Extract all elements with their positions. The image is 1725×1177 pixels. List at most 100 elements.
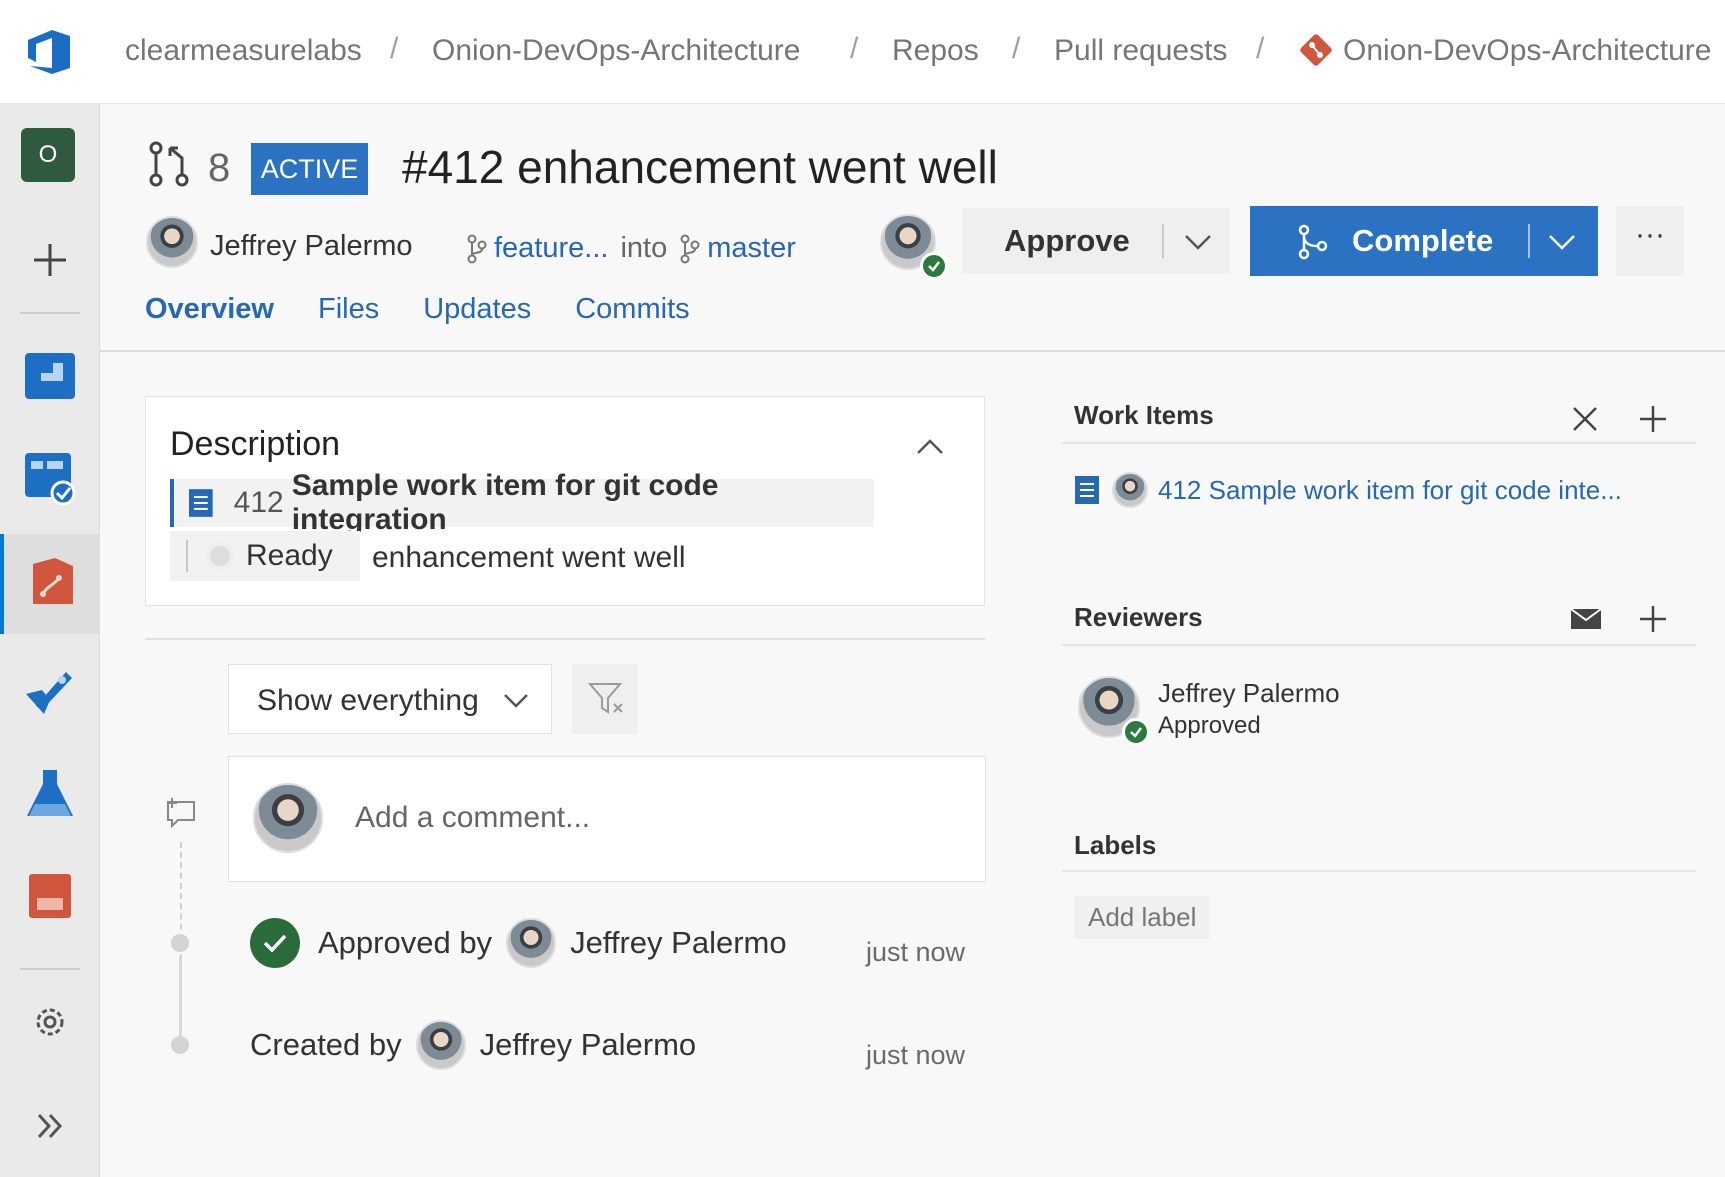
target-branch-link[interactable]: master <box>707 232 796 265</box>
nav-settings[interactable] <box>0 972 100 1072</box>
chevron-down-icon <box>504 694 528 708</box>
breadcrumb-repos[interactable]: Repos <box>892 34 979 68</box>
expand-icon <box>37 1113 63 1139</box>
approved-check-icon <box>1122 718 1150 746</box>
chevron-up-icon[interactable] <box>914 435 946 459</box>
work-item-title: Sample work item for git code integratio… <box>291 469 719 536</box>
azure-devops-logo-icon[interactable] <box>22 26 76 78</box>
header-divider <box>100 350 1725 352</box>
filter-selected-value: Show everything <box>257 684 479 717</box>
merge-icon <box>1298 224 1328 260</box>
button-divider <box>1528 224 1530 258</box>
author-name[interactable]: Jeffrey Palermo <box>210 230 413 263</box>
org-avatar[interactable]: O <box>21 128 75 182</box>
author-avatar[interactable] <box>146 216 198 268</box>
section-divider <box>1062 442 1696 444</box>
comment-input[interactable] <box>355 801 955 835</box>
timeline-connector <box>179 956 182 1036</box>
branch-info: feature... into master <box>466 232 796 265</box>
breadcrumb-org[interactable]: clearmeasurelabs <box>125 34 362 68</box>
user-avatar[interactable] <box>506 918 557 968</box>
complete-button[interactable]: Complete <box>1250 206 1598 276</box>
status-badge: ACTIVE <box>251 143 368 195</box>
activity-created: Created by Jeffrey Palermo <box>250 1020 696 1070</box>
activity-prefix: Created by <box>250 1027 402 1062</box>
nav-overview[interactable] <box>0 326 100 426</box>
activity-timestamp: just now <box>866 1040 966 1070</box>
approve-label: Approve <box>1004 223 1130 258</box>
clear-filter-button[interactable] <box>572 664 638 734</box>
labels-title: Labels <box>1074 830 1157 860</box>
new-comment-icon[interactable] <box>164 796 198 830</box>
activity-user[interactable]: Jeffrey Palermo <box>480 1027 697 1063</box>
linked-work-item[interactable]: 412 Sample work item for git code inte..… <box>1074 472 1622 508</box>
reviewer-vote-status: Approved <box>1158 712 1261 739</box>
nav-repos[interactable] <box>0 534 100 634</box>
add-label-button[interactable]: Add label <box>1074 896 1211 939</box>
breadcrumb-project[interactable]: Onion-DevOps-Architecture <box>432 34 800 68</box>
tab-commits[interactable]: Commits <box>575 293 689 326</box>
nav-test-plans[interactable] <box>0 744 100 844</box>
chevron-down-icon[interactable] <box>1546 226 1578 256</box>
timeline-dot <box>171 1036 189 1054</box>
tab-files[interactable]: Files <box>318 293 379 326</box>
chevron-down-icon[interactable] <box>1182 226 1214 256</box>
activity-prefix: Approved by <box>318 925 493 960</box>
current-user-avatar <box>253 783 323 853</box>
pull-request-icon <box>149 141 189 187</box>
more-actions-button[interactable]: ··· <box>1616 206 1684 276</box>
section-divider <box>1062 870 1696 872</box>
nav-boards[interactable] <box>0 429 100 529</box>
plus-icon[interactable] <box>1638 404 1668 434</box>
close-icon[interactable] <box>1570 404 1600 434</box>
pipelines-icon <box>26 672 72 714</box>
description-card: Description 412 Sample work item for git… <box>145 396 985 606</box>
branch-icon <box>680 234 700 263</box>
mail-icon[interactable] <box>1570 606 1602 632</box>
branch-icon <box>467 234 487 263</box>
nav-artifacts[interactable] <box>0 846 100 946</box>
nav-expand[interactable] <box>0 1076 100 1176</box>
user-avatar[interactable] <box>415 1020 466 1070</box>
approve-button[interactable]: Approve <box>962 208 1230 274</box>
timeline-dot <box>171 934 189 952</box>
nav-pipelines[interactable] <box>0 642 100 742</box>
state-divider <box>186 540 188 572</box>
source-branch-link[interactable]: feature... <box>494 232 608 265</box>
repos-icon <box>33 558 73 604</box>
button-divider <box>1162 224 1164 258</box>
plus-icon[interactable] <box>1638 604 1668 634</box>
work-item-state: Ready <box>170 531 360 581</box>
work-item-row[interactable]: 412 Sample work item for git code integr… <box>170 469 874 536</box>
state-label: Ready <box>246 539 333 572</box>
approved-check-icon <box>920 252 948 280</box>
plus-icon <box>34 244 66 276</box>
tab-updates[interactable]: Updates <box>423 293 531 326</box>
breadcrumb-separator: / <box>390 32 399 65</box>
section-divider <box>145 638 985 640</box>
breadcrumb-separator: / <box>1256 32 1265 65</box>
artifacts-icon <box>29 874 71 918</box>
activity-approved: Approved by Jeffrey Palermo <box>250 918 787 968</box>
tab-overview[interactable]: Overview <box>145 293 274 326</box>
add-new-button[interactable] <box>0 210 100 310</box>
breadcrumb-pull-requests[interactable]: Pull requests <box>1054 34 1227 68</box>
work-item-icon <box>188 489 213 517</box>
test-plans-icon <box>27 770 73 816</box>
top-bar: clearmeasurelabs / Onion-DevOps-Architec… <box>0 0 1725 104</box>
description-text: enhancement went well <box>372 541 686 574</box>
activity-filter-dropdown[interactable]: Show everything <box>228 664 552 734</box>
breadcrumb-separator: / <box>850 32 859 65</box>
reviewer-name: Jeffrey Palermo <box>1158 678 1340 708</box>
approved-check-icon <box>250 918 300 968</box>
activity-user[interactable]: Jeffrey Palermo <box>570 925 787 961</box>
work-items-title: Work Items <box>1074 400 1214 430</box>
into-label: into <box>620 232 668 264</box>
breadcrumb-repo[interactable]: Onion-DevOps-Architecture <box>1343 34 1711 68</box>
assignee-avatar <box>1112 472 1148 508</box>
work-item-number: 412 <box>233 486 284 519</box>
boards-icon <box>25 453 76 506</box>
git-repo-icon <box>1300 34 1332 66</box>
reviewers-title: Reviewers <box>1074 602 1203 632</box>
page-title: #412 enhancement went well <box>402 141 998 193</box>
